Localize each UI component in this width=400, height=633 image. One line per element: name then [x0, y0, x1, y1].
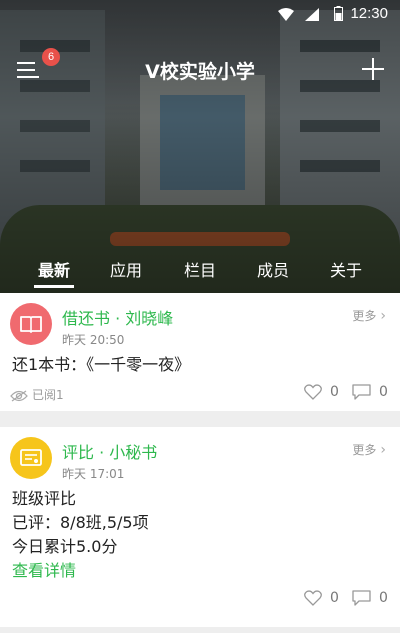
header-banner: 12:30 6 V校实验小学 最新 应用 栏目 成员 关于 [0, 0, 400, 293]
feed-card[interactable]: 评比 · 小秘书 昨天 17:01 更多 › 班级评比 已评：8/8班,5/5项 … [0, 427, 400, 627]
more-link[interactable]: 更多 › [352, 307, 386, 324]
like-button[interactable]: 0 [304, 384, 339, 400]
heart-icon [304, 590, 322, 606]
chevron-right-icon: › [380, 308, 386, 324]
tab-selected-indicator [34, 285, 74, 288]
tab-about[interactable]: 关于 [316, 257, 376, 281]
heart-icon [304, 384, 322, 400]
avatar [10, 437, 52, 479]
more-link[interactable]: 更多 › [352, 441, 386, 458]
status-bar: 12:30 [0, 0, 400, 28]
add-button[interactable] [362, 58, 384, 80]
card-title[interactable]: 评比 · 小秘书 [62, 439, 157, 463]
card-timestamp: 昨天 20:50 [62, 333, 125, 347]
comment-count: 0 [379, 590, 388, 606]
comment-button[interactable]: 0 [352, 590, 388, 606]
wifi-icon [278, 8, 294, 21]
app-bar: 6 V校实验小学 [0, 48, 400, 90]
content-line: 还1本书：《一千零一夜》 [12, 355, 191, 374]
comment-button[interactable]: 0 [352, 384, 388, 400]
read-label: 已阅1 [32, 388, 64, 402]
like-button[interactable]: 0 [304, 590, 339, 606]
comment-count: 0 [379, 384, 388, 400]
eye-icon [10, 389, 28, 402]
avatar [10, 303, 52, 345]
more-label: 更多 [352, 443, 377, 457]
content-line: 今日累计5.0分 [12, 537, 118, 556]
feed-card[interactable]: 借还书 · 刘晓峰 昨天 20:50 更多 › 还1本书：《一千零一夜》 已阅1 … [0, 293, 400, 411]
comment-icon [352, 384, 371, 400]
status-time: 12:30 [350, 5, 388, 22]
signal-icon [305, 8, 319, 21]
page-title: V校实验小学 [145, 61, 255, 83]
book-icon [20, 316, 42, 333]
read-count[interactable]: 已阅1 [10, 386, 64, 403]
tab-columns[interactable]: 栏目 [170, 257, 230, 281]
content-line: 已评：8/8班,5/5项 [12, 513, 149, 532]
tab-apps[interactable]: 应用 [96, 257, 156, 281]
tab-members[interactable]: 成员 [243, 257, 303, 281]
more-label: 更多 [352, 309, 377, 323]
like-count: 0 [330, 384, 339, 400]
card-content: 还1本书：《一千零一夜》 [12, 353, 190, 377]
tab-latest[interactable]: 最新 [24, 257, 84, 281]
battery-icon [334, 6, 343, 21]
chevron-right-icon: › [380, 442, 386, 458]
card-footer: 0 0 [0, 590, 400, 612]
comment-icon [352, 590, 371, 606]
view-details-link[interactable]: 查看详情 [12, 559, 149, 583]
content-line: 班级评比 [12, 489, 77, 508]
certificate-icon [20, 449, 42, 466]
like-count: 0 [330, 590, 339, 606]
card-footer: 已阅1 0 0 [0, 384, 400, 406]
card-timestamp: 昨天 17:01 [62, 467, 125, 481]
card-content: 班级评比 已评：8/8班,5/5项 今日累计5.0分 查看详情 [12, 487, 149, 583]
card-title[interactable]: 借还书 · 刘晓峰 [62, 305, 173, 329]
tab-bar: 最新 应用 栏目 成员 关于 [0, 255, 400, 293]
